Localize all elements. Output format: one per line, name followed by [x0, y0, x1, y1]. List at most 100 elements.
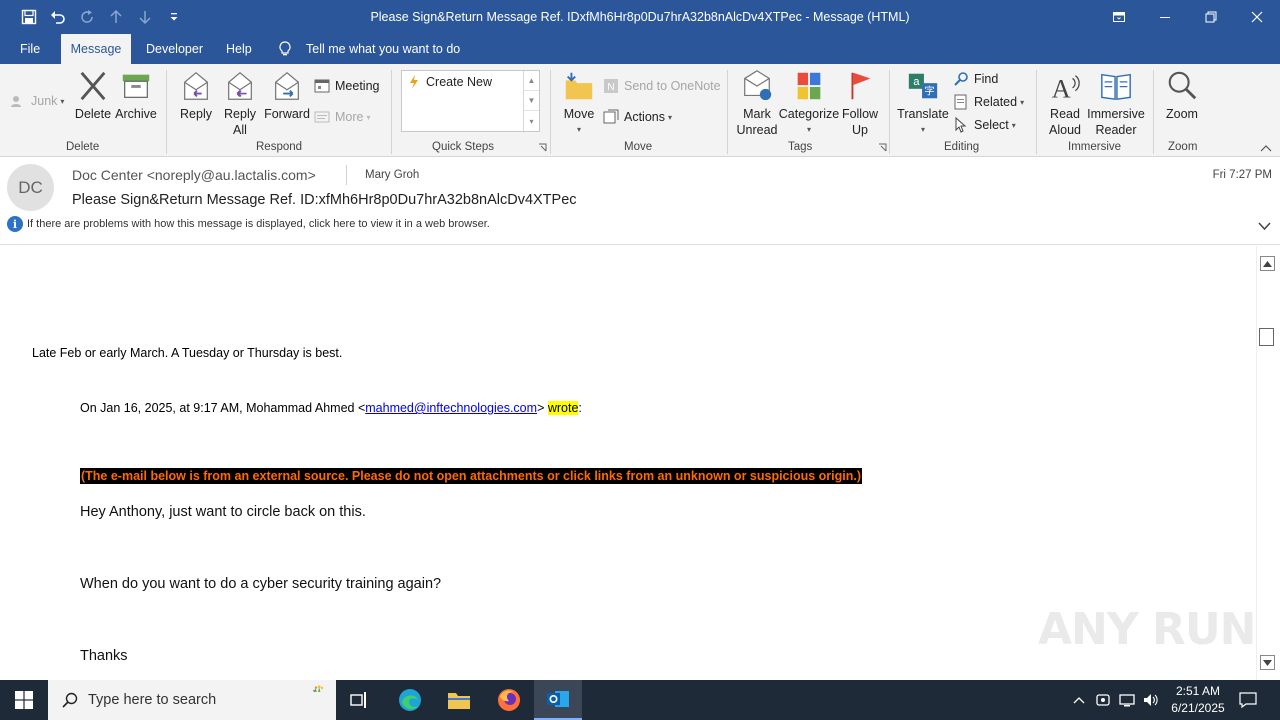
save-icon[interactable]	[14, 0, 43, 34]
network-tray-button[interactable]	[1116, 680, 1138, 720]
follow-up-label-2: Up	[852, 123, 868, 137]
mark-unread-icon	[739, 68, 775, 104]
read-aloud-icon: A	[1047, 68, 1083, 104]
close-icon[interactable]	[1234, 0, 1280, 34]
group-label-zoom: Zoom	[1168, 141, 1198, 153]
related-button[interactable]: Related ▾	[953, 92, 1024, 112]
reply-all-label-1: Reply	[224, 107, 256, 121]
move-button[interactable]: Move ▾	[558, 68, 600, 138]
tell-me-text: Tell me what you want to do	[306, 42, 461, 56]
immersive-reader-button[interactable]: Immersive Reader	[1087, 68, 1145, 138]
sender[interactable]: Doc Center <noreply@au.lactalis.com>	[72, 167, 316, 183]
reply-button[interactable]: Reply	[176, 68, 216, 122]
tell-me-search[interactable]: Tell me what you want to do	[278, 34, 460, 64]
forward-label: Forward	[264, 107, 310, 121]
expand-gallery-icon[interactable]: ▾	[524, 111, 539, 131]
tab-file[interactable]: File	[20, 34, 40, 64]
zoom-magnifier-icon	[1164, 68, 1200, 104]
quoted-header-suffix: :	[578, 401, 582, 415]
send-to-onenote-button[interactable]: N Send to OneNote	[603, 76, 721, 96]
email-link[interactable]: mahmed@inftechnologies.com	[365, 401, 537, 415]
reply-label: Reply	[180, 107, 212, 121]
categorize-label: Categorize	[778, 107, 840, 121]
quick-steps-gallery[interactable]: Create New ▲ ▼ ▾	[401, 70, 540, 132]
reply-all-button[interactable]: Reply All	[220, 68, 260, 138]
lightbulb-icon	[279, 41, 291, 56]
follow-up-label-1: Follow	[841, 107, 879, 121]
restore-icon[interactable]	[1188, 0, 1234, 34]
meet-now-tray-button[interactable]	[1092, 680, 1114, 720]
svg-text:A: A	[1052, 73, 1071, 103]
quick-access-toolbar	[0, 0, 188, 34]
redo-icon[interactable]	[72, 0, 101, 34]
avatar[interactable]: DC	[7, 164, 54, 211]
quick-steps-launcher-icon[interactable]	[538, 143, 547, 152]
collapse-ribbon-chevron-icon[interactable]	[1260, 144, 1272, 152]
task-view-button[interactable]	[336, 680, 384, 720]
zoom-button[interactable]: Zoom	[1161, 68, 1203, 122]
select-button[interactable]: Select ▾	[953, 115, 1016, 135]
scroll-up-arrow-icon[interactable]	[1260, 256, 1275, 271]
taskbar-search-box[interactable]: Type here to search	[48, 680, 336, 720]
file-explorer-taskbar-button[interactable]	[435, 680, 483, 720]
minimize-icon[interactable]	[1142, 0, 1188, 34]
find-button[interactable]: Find	[953, 69, 998, 89]
tags-launcher-icon[interactable]	[878, 143, 887, 152]
info-bar-text: If there are problems with how this mess…	[27, 218, 490, 230]
create-new-quick-step[interactable]: Create New	[408, 75, 492, 89]
taskbar-clock[interactable]: 2:51 AM 6/21/2025	[1160, 683, 1236, 717]
follow-up-button[interactable]: Follow Up	[840, 68, 880, 138]
outlook-taskbar-button[interactable]	[534, 680, 582, 720]
more-respond-button[interactable]: More ▾	[314, 107, 371, 127]
firefox-taskbar-button[interactable]	[485, 680, 533, 720]
body-paragraph: Hey Anthony, just want to circle back on…	[80, 504, 366, 520]
previous-item-icon[interactable]	[101, 0, 130, 34]
notifications-button[interactable]	[1236, 680, 1260, 720]
edge-taskbar-button[interactable]	[386, 680, 434, 720]
body-line: Late Feb or early March. A Tuesday or Th…	[32, 346, 343, 360]
customize-qat-icon[interactable]	[159, 0, 188, 34]
ribbon-display-options-icon[interactable]	[1096, 0, 1142, 34]
actions-button[interactable]: Actions ▾	[603, 107, 672, 127]
archive-button[interactable]: Archive	[114, 68, 158, 122]
immersive-reader-icon	[1098, 68, 1134, 104]
read-aloud-button[interactable]: A Read Aloud	[1044, 68, 1086, 138]
group-label-delete: Delete	[66, 141, 100, 153]
message-header: DC Doc Center <noreply@au.lactalis.com> …	[0, 157, 1280, 245]
forward-button[interactable]: Forward	[264, 68, 310, 122]
message-subject: Please Sign&Return Message Ref. ID:xfMh6…	[72, 192, 577, 208]
show-hidden-icons-button[interactable]	[1068, 680, 1090, 720]
undo-icon[interactable]	[43, 0, 72, 34]
scroll-up-icon[interactable]: ▲	[524, 71, 539, 91]
delete-button[interactable]: Delete	[73, 68, 113, 122]
svg-text:字: 字	[924, 85, 934, 98]
quick-steps-scroller[interactable]: ▲ ▼ ▾	[523, 71, 539, 131]
tab-message[interactable]: Message	[61, 34, 131, 64]
speaker-icon	[1144, 694, 1158, 706]
watermark: ANY RUN	[1038, 604, 1256, 655]
categorize-button[interactable]: Categorize ▾	[778, 68, 840, 138]
meeting-button[interactable]: Meeting	[314, 76, 379, 96]
scroll-thumb[interactable]	[1259, 328, 1274, 346]
scroll-down-icon[interactable]: ▼	[524, 91, 539, 111]
mark-unread-button[interactable]: Mark Unread	[735, 68, 779, 138]
delete-label: Delete	[74, 107, 112, 121]
expand-header-chevron-icon[interactable]	[1258, 221, 1271, 231]
translate-button[interactable]: a字 Translate ▾	[897, 68, 949, 138]
clock-time: 2:51 AM	[1175, 684, 1221, 698]
start-button[interactable]	[0, 680, 48, 720]
vertical-scrollbar[interactable]	[1256, 246, 1280, 680]
ribbon-tabs: File Message Developer Help Tell me what…	[0, 34, 1280, 64]
group-separator	[550, 70, 551, 154]
actions-label: Actions	[624, 110, 665, 124]
info-bar[interactable]: i If there are problems with how this me…	[7, 216, 490, 232]
junk-button[interactable]: Junk ▾	[10, 91, 64, 111]
tab-developer[interactable]: Developer	[146, 34, 203, 64]
scroll-down-arrow-icon[interactable]	[1260, 655, 1275, 670]
recipient[interactable]: Mary Groh	[365, 169, 419, 181]
group-label-editing: Editing	[944, 141, 980, 153]
tab-help[interactable]: Help	[226, 34, 252, 64]
archive-label: Archive	[115, 107, 157, 121]
volume-tray-button[interactable]	[1140, 680, 1162, 720]
next-item-icon[interactable]	[130, 0, 159, 34]
